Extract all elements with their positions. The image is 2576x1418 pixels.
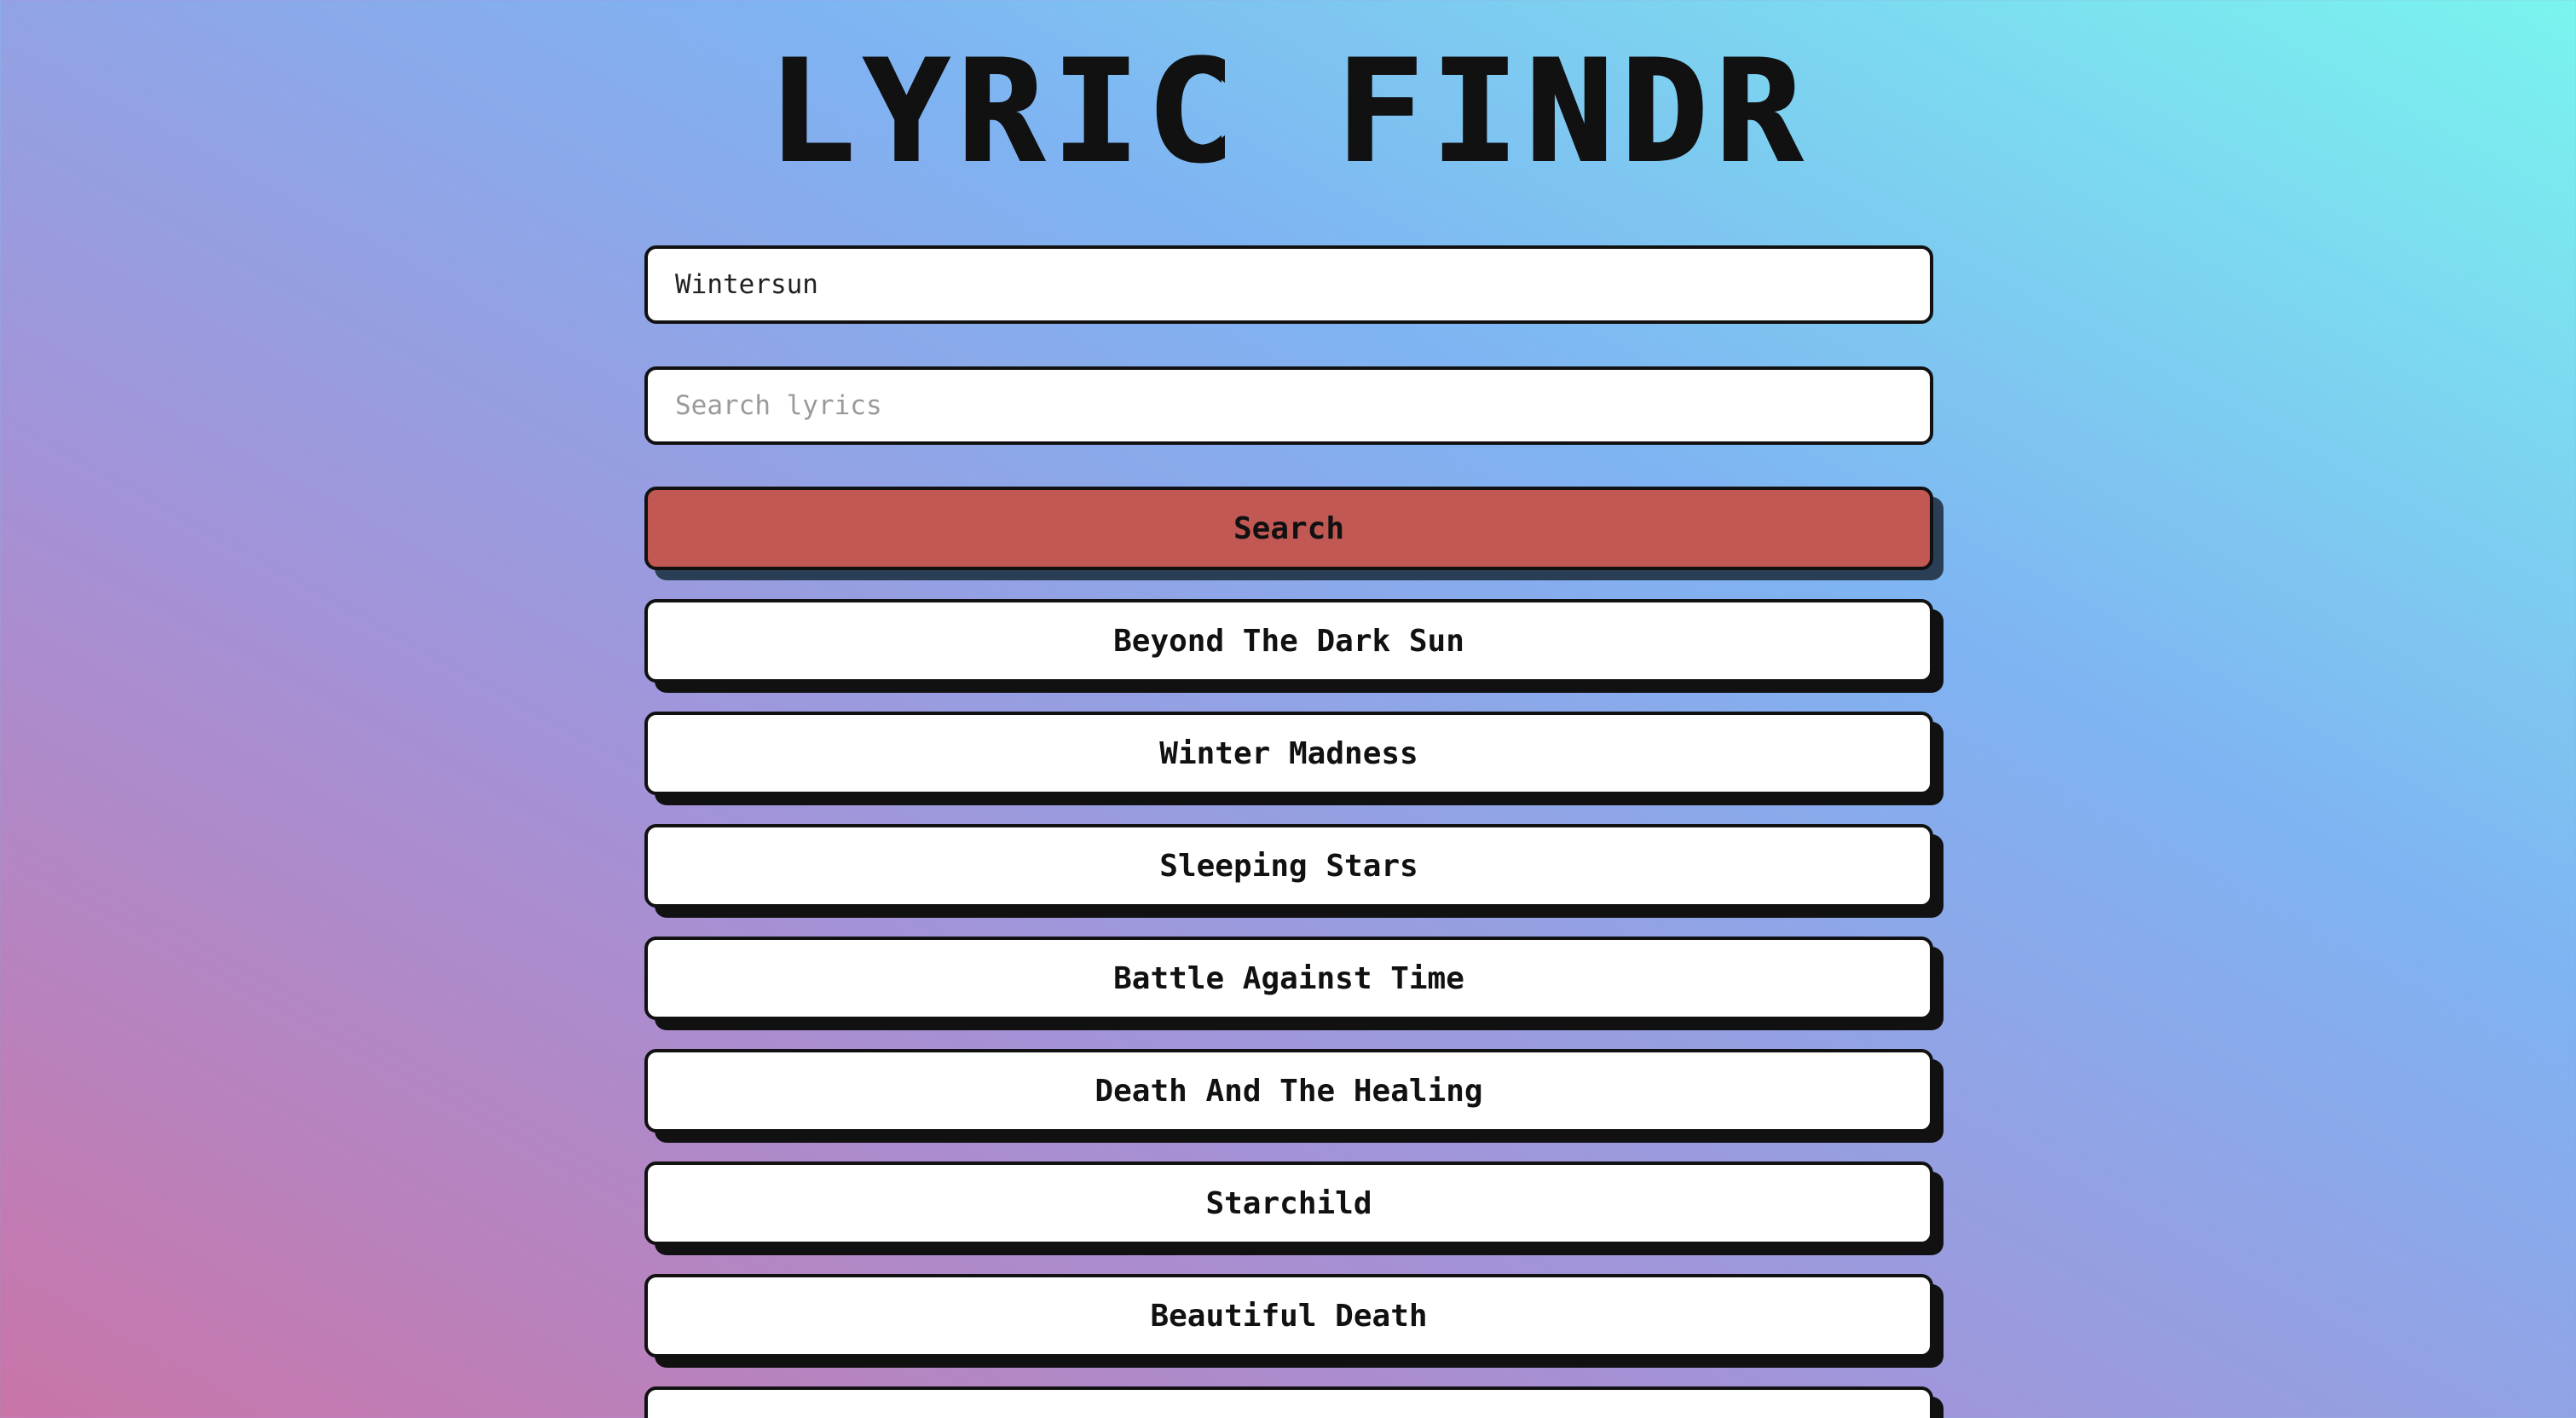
result-song-button[interactable]: Battle Against Time	[644, 937, 1933, 1020]
result-song-button[interactable]: Winter Madness	[644, 712, 1933, 795]
result-song-button[interactable]	[644, 1386, 1933, 1418]
search-button[interactable]: Search	[644, 487, 1933, 570]
result-song-button[interactable]: Beyond The Dark Sun	[644, 599, 1933, 683]
result-song-button[interactable]: Death And The Healing	[644, 1049, 1933, 1133]
search-form: Search Beyond The Dark Sun Winter Madnes…	[644, 0, 1933, 1418]
artist-input[interactable]	[644, 245, 1933, 324]
result-song-button[interactable]: Sleeping Stars	[644, 824, 1933, 908]
lyrics-search-input[interactable]	[644, 366, 1933, 445]
result-song-button[interactable]: Starchild	[644, 1161, 1933, 1245]
result-song-button[interactable]: Beautiful Death	[644, 1274, 1933, 1357]
